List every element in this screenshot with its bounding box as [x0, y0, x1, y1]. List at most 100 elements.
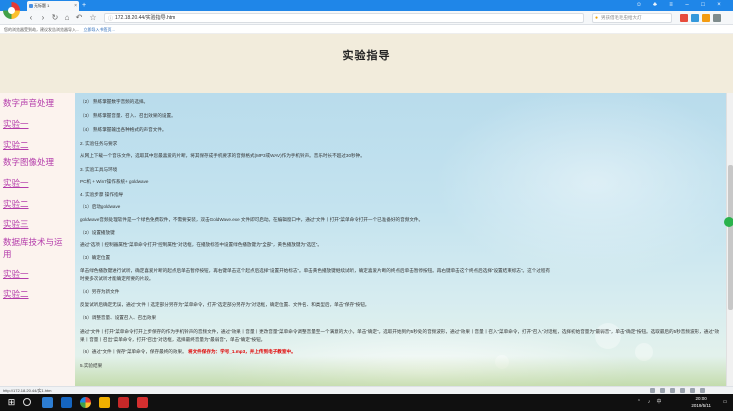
app-icon[interactable]	[137, 397, 148, 408]
home-icon[interactable]: ⌂	[62, 13, 72, 23]
cortana-search-icon[interactable]	[23, 398, 31, 406]
content-line: （4）另存为新文件	[80, 289, 120, 294]
info-bar: 您的浏览器受到劫，建议发告浏览器导入... 立即导入书签页...	[0, 25, 733, 34]
status-bar: http://172.18.20.44/实1.htm	[0, 386, 733, 394]
content-line: （1）启动goldwave	[80, 204, 121, 209]
search-box[interactable]: ● 男孩借毛毛虫给大灯	[592, 13, 672, 23]
sidebar-link-image-1[interactable]: 实验一	[3, 177, 29, 189]
page-header: 实验指导	[0, 34, 733, 93]
ie-browser-icon[interactable]	[61, 397, 72, 408]
sound-icon[interactable]	[660, 388, 665, 393]
new-tab-button[interactable]: +	[82, 0, 86, 11]
sidebar-link-database-2[interactable]: 实验二	[3, 288, 29, 300]
sidebar-heading-audio: 数字声音处理	[3, 99, 55, 109]
status-menu-icon[interactable]	[700, 388, 705, 393]
address-bar[interactable]: ⓘ 172.18.20.44/实验指导.htm	[104, 13, 584, 23]
page-title: 实验指导	[342, 49, 391, 62]
settings-icon[interactable]	[713, 14, 721, 22]
content-line: 反复试听后确定无误，通过“文件丨选定部分另存为”菜单命令，打开“选定部分另存为”…	[80, 302, 370, 307]
app-icon[interactable]	[118, 397, 129, 408]
sidebar-heading-database: 数据库技术与运	[3, 238, 63, 248]
sidebar-link-image-2[interactable]: 实验二	[3, 198, 29, 210]
network-icon[interactable]: ⌃	[636, 399, 642, 405]
tab-title: 无标题 1	[34, 3, 50, 8]
refresh-icon[interactable]: ↻	[50, 13, 60, 23]
content-line: （2） 熟练掌握数字音频的选择。	[80, 99, 149, 104]
save-instruction: （6）通过“文件丨保存”菜单命令，保存最终的效果。	[80, 349, 187, 354]
content-line: PC机 + Win7操作系统+ goldwave	[80, 179, 149, 184]
search-engine-icon: ●	[595, 15, 599, 21]
sidebar: 数字声音处理 实验一 实验二 数字图像处理 实验一 实验二 实验三 数据库技术与…	[0, 93, 75, 386]
star-icon[interactable]: ☆	[88, 13, 98, 23]
floating-assist-icon[interactable]	[724, 217, 733, 227]
clock-time: 20:00	[695, 396, 707, 401]
browser-tab[interactable]: 无标题 1 ×	[27, 1, 79, 11]
browser-logo-icon[interactable]	[3, 2, 20, 19]
menu-icon[interactable]: ≡	[665, 0, 677, 11]
content-line: 2. 实验任务与要求	[80, 141, 118, 146]
address-url: 172.18.20.44/实验指导.htm	[115, 15, 176, 21]
undo-icon[interactable]: ↶	[74, 13, 84, 23]
status-url: http://172.18.20.44/实1.htm	[3, 388, 52, 393]
clock-date: 2019/5/11	[691, 403, 711, 408]
start-windows-icon[interactable]: ⊞	[6, 397, 17, 408]
content-line: 通过“文件丨打开”菜单命令打开上步保存的作为手机铃声的音频文件，通过“效果丨音量…	[80, 329, 720, 342]
accelerate-icon[interactable]	[680, 388, 685, 393]
download-icon[interactable]	[650, 388, 655, 393]
forward-icon[interactable]: ›	[38, 13, 48, 23]
sidebar-link-database-1[interactable]: 实验一	[3, 268, 29, 280]
info-text: 您的浏览器受到劫，建议发告浏览器导入...	[4, 27, 80, 32]
content-line: 通过“选项丨控制器属性”菜单命令打开“控制属性”对话框，在播放标签中设置绿色播放…	[80, 242, 322, 247]
content-line: （3）确定位置	[80, 255, 111, 260]
content-line: 从网上下载一个音乐文件，选取其中您最喜爱的片断，将其保存成手机要求的音频格式(M…	[80, 153, 365, 158]
content-line: 单击绿色播放键进行试听，确定喜爱片断的起点后单击暂停按钮，再右键单击这个起点后选…	[80, 268, 551, 273]
web-page: 实验指导 数字声音处理 实验一 实验二 数字图像处理 实验一 实验二 实验三 数…	[0, 34, 733, 386]
ime-icon[interactable]: 中	[656, 399, 662, 405]
content-line: 5.实验结果	[80, 363, 103, 368]
highlight-instruction: 将文件保存为：学号_1.mp3，并上传到电子教室中。	[187, 349, 296, 354]
sidebar-heading-image: 数字图像处理	[3, 158, 55, 168]
site-info-icon: ⓘ	[108, 16, 114, 22]
close-window-icon[interactable]: ×	[713, 0, 725, 11]
sidebar-link-image-3[interactable]: 实验三	[3, 218, 29, 230]
page-favicon-icon	[29, 4, 33, 8]
content-line: （6）通过“文件丨保存”菜单命令，保存最终的效果。 将文件保存为：学号_1.mp…	[80, 349, 296, 355]
content-area: （2） 熟练掌握数字音频的选择。 （3） 熟练掌握音量、召入、召出效果的设置。 …	[75, 93, 726, 386]
volume-icon[interactable]: ♪	[646, 399, 652, 405]
maximize-icon[interactable]: □	[697, 0, 709, 11]
skin-icon[interactable]: ♣	[649, 0, 661, 11]
sidebar-link-audio-1[interactable]: 实验一	[3, 118, 29, 130]
windows-taskbar: ⊞ ⌃ ♪ 中 20:00 2019/5/11 ▭	[0, 394, 733, 411]
taskview-icon[interactable]	[42, 397, 53, 408]
content-line: （5）调整音量、设置召入、召出效果	[80, 315, 157, 320]
taskbar-clock[interactable]: 20:00 2019/5/11	[691, 395, 711, 409]
extension-icon[interactable]	[702, 14, 710, 22]
content-line: 时要多次试听才能确定所要的片段。	[80, 276, 154, 281]
notification-icon[interactable]: ▭	[722, 399, 728, 405]
content-line: （4） 熟练掌握输出各种格式的声音文件。	[80, 127, 167, 132]
page-scrollbar[interactable]	[726, 93, 733, 386]
back-icon[interactable]: ‹	[26, 13, 36, 23]
scrollbar-thumb[interactable]	[728, 165, 733, 310]
360-browser-taskbar-icon[interactable]	[80, 397, 91, 408]
file-explorer-icon[interactable]	[99, 397, 110, 408]
zoom-icon[interactable]	[670, 388, 675, 393]
content-line: goldwave音频处理软件是一个绿色免费软件，不需要安装，双击GoldWave…	[80, 217, 424, 222]
user-icon[interactable]: ☺	[633, 0, 645, 11]
navigation-bar: ‹ › ↻ ⌂ ↶ ☆ ⓘ 172.18.20.44/实验指导.htm ● 男孩…	[0, 11, 733, 25]
import-bookmarks-link[interactable]: 立即导入书签页...	[83, 27, 114, 32]
extension-icon[interactable]	[691, 14, 699, 22]
search-placeholder: 男孩借毛毛虫给大灯	[601, 15, 642, 20]
content-line: （2）设置播放键	[80, 230, 115, 235]
extension-icon[interactable]	[680, 14, 688, 22]
minimize-icon[interactable]: –	[681, 0, 693, 11]
content-line: 4. 实验步骤 操作指导	[80, 192, 124, 197]
cleanup-icon[interactable]	[690, 388, 695, 393]
content-line: 3. 实验工具与环境	[80, 167, 118, 172]
tab-close-icon[interactable]: ×	[74, 1, 77, 11]
background-grass	[75, 356, 726, 386]
content-line: （3） 熟练掌握音量、召入、召出效果的设置。	[80, 113, 176, 118]
sidebar-heading-database-cont: 用	[3, 250, 12, 260]
browser-tab-strip: 无标题 1 × + ☺ ♣ ≡ – □ ×	[0, 0, 733, 19]
sidebar-link-audio-2[interactable]: 实验二	[3, 139, 29, 151]
